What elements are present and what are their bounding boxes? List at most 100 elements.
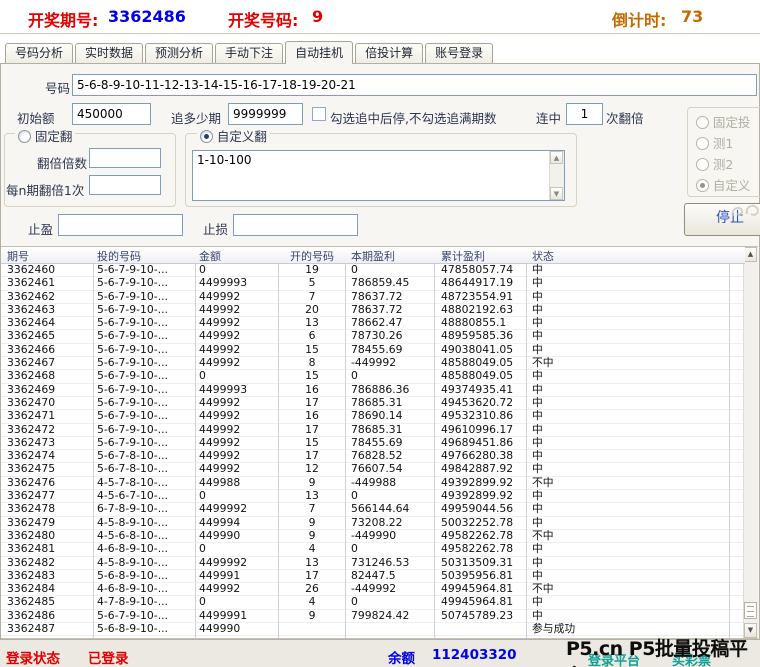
textarea-scrollbar[interactable]: ▲ ▼ xyxy=(549,151,564,200)
table-cell: 9 xyxy=(279,517,345,530)
stop-on-win-checkbox[interactable] xyxy=(312,107,326,121)
tab-1[interactable]: 号码分析 xyxy=(5,43,73,63)
column-header[interactable]: 累计盈利 xyxy=(441,248,525,264)
table-row[interactable]: 33624786-7-8-9-10-...44999927566144.6449… xyxy=(1,503,745,516)
column-header[interactable]: 状态 xyxy=(532,248,728,264)
tab-4[interactable]: 手动下注 xyxy=(215,43,283,63)
table-cell: 5-6-8-9-10-... xyxy=(97,623,193,636)
table-cell: 449992 xyxy=(199,357,277,370)
table-cell: 中 xyxy=(532,330,728,343)
table-cell: 3362473 xyxy=(7,437,91,450)
multiplier-input[interactable] xyxy=(89,148,161,168)
table-cell: 0 xyxy=(199,490,277,503)
tab-6[interactable]: 倍投计算 xyxy=(355,43,423,63)
table-cell: 3362476 xyxy=(7,477,91,490)
multiply-sequence-textarea[interactable]: 1-10-100 ▲ ▼ xyxy=(192,150,565,201)
table-cell: 0 xyxy=(351,543,433,556)
table-row[interactable]: 33624615-6-7-9-10-...44999935786859.4548… xyxy=(1,277,745,290)
loss-stop-input[interactable] xyxy=(233,214,358,236)
column-header[interactable]: 投的号码 xyxy=(97,248,193,264)
table-cell: 4 xyxy=(279,543,345,556)
profit-stop-input[interactable] xyxy=(58,214,183,236)
table-cell: 13 xyxy=(279,317,345,330)
table-row[interactable]: 33624755-6-7-8-10-...4499921276607.54498… xyxy=(1,463,745,476)
chase-periods-label: 追多少期 xyxy=(171,108,221,127)
table-row[interactable]: 33624635-6-7-9-10-...4499922078637.72488… xyxy=(1,304,745,317)
table-row[interactable]: 33624764-5-7-8-10-...4499889-44998849392… xyxy=(1,477,745,490)
table-row[interactable]: 33624844-6-8-9-10-...44999226-4499924994… xyxy=(1,583,745,596)
every-n-input[interactable] xyxy=(89,175,161,195)
table-row[interactable]: 33624835-6-8-9-10-...4499911782447.55039… xyxy=(1,570,745,583)
table-row[interactable]: 33624854-7-8-9-10-...04049945964.81中 xyxy=(1,596,745,609)
table-row[interactable]: 33624675-6-7-9-10-...4499928-44999248588… xyxy=(1,357,745,370)
table-row[interactable]: 33624745-6-7-8-10-...4499921776828.52497… xyxy=(1,450,745,463)
scroll-down-icon[interactable]: ▼ xyxy=(550,187,563,200)
table-row[interactable]: 33624814-6-8-9-10-...04049582262.78中 xyxy=(1,543,745,556)
table-row[interactable]: 33624774-5-6-7-10-...013049392899.92中 xyxy=(1,490,745,503)
mode-option-2[interactable]: 测1 xyxy=(696,133,750,154)
table-row[interactable]: 33624725-6-7-9-10-...4499921778685.31496… xyxy=(1,424,745,437)
custom-multiply-radio[interactable] xyxy=(200,130,213,143)
mode-radio[interactable] xyxy=(696,179,709,192)
table-row[interactable]: 33624605-6-7-9-10-...019047858057.74中 xyxy=(1,264,745,277)
table-cell: 49392899.92 xyxy=(441,477,525,490)
tab-3[interactable]: 预测分析 xyxy=(145,43,213,63)
table-cell: 49582262.78 xyxy=(441,530,525,543)
mode-radio[interactable] xyxy=(696,137,709,150)
scroll-up-icon[interactable]: ▲ xyxy=(744,247,757,262)
column-header[interactable]: 金额 xyxy=(199,248,277,264)
mode-radio[interactable] xyxy=(696,116,709,129)
table-row[interactable]: 33624665-6-7-9-10-...4499921578455.69490… xyxy=(1,344,745,357)
table-row[interactable]: 33624625-6-7-9-10-...449992778637.724872… xyxy=(1,291,745,304)
scrollbar-thumb[interactable] xyxy=(744,602,757,619)
balance-label: 余额 xyxy=(388,647,415,667)
table-row[interactable]: 33624715-6-7-9-10-...4499921678690.14495… xyxy=(1,410,745,423)
results-table: 期号投的号码金额开的号码本期盈利累计盈利状态 33624605-6-7-9-10… xyxy=(1,246,758,639)
issue-label: 开奖期号: xyxy=(28,7,98,31)
column-divider xyxy=(278,247,279,638)
stop-button[interactable]: 停止 xyxy=(684,203,760,236)
table-cell: 0 xyxy=(199,543,277,556)
table-row[interactable]: 33624655-6-7-9-10-...449992678730.264895… xyxy=(1,330,745,343)
table-row[interactable]: 33624824-5-8-9-10-...449999213731246.535… xyxy=(1,557,745,570)
table-cell: 4499992 xyxy=(199,503,277,516)
table-row[interactable]: 33624865-6-7-9-10-...44999919799824.4250… xyxy=(1,610,745,623)
table-row[interactable]: 33624645-6-7-9-10-...4499921378662.47488… xyxy=(1,317,745,330)
column-header[interactable]: 本期盈利 xyxy=(351,248,433,264)
custom-multiply-radio-row[interactable]: 自定义翻 xyxy=(197,126,270,145)
table-row[interactable]: 33624804-5-6-8-10-...4499909-44999049582… xyxy=(1,530,745,543)
table-cell: 中 xyxy=(532,277,728,290)
mode-option-4[interactable]: 自定义 xyxy=(696,175,750,196)
table-cell: 48802192.63 xyxy=(441,304,525,317)
chase-periods-input[interactable]: 9999999 xyxy=(228,103,303,125)
watermark-overlay: P5.cn P5批量投稿平台 xyxy=(566,634,760,667)
table-cell: 78637.72 xyxy=(351,291,433,304)
table-row[interactable]: 33624695-6-7-9-10-...449999316786886.364… xyxy=(1,384,745,397)
tab-2[interactable]: 实时数据 xyxy=(75,43,143,63)
table-row[interactable]: 33624685-6-7-9-10-...015048588049.05中 xyxy=(1,370,745,383)
table-cell: 16 xyxy=(279,384,345,397)
mode-option-1[interactable]: 固定投 xyxy=(696,112,750,133)
column-header[interactable]: 开的号码 xyxy=(279,248,345,264)
fixed-multiply-radio[interactable] xyxy=(18,130,31,143)
table-cell: 9 xyxy=(279,530,345,543)
tab-7[interactable]: 账号登录 xyxy=(425,43,493,63)
streak-input[interactable]: 1 xyxy=(566,103,603,125)
table-scrollbar[interactable]: ▲ ▼ xyxy=(743,247,758,638)
table-cell: 中 xyxy=(532,304,728,317)
column-header[interactable]: 期号 xyxy=(7,248,91,264)
mode-radio[interactable] xyxy=(696,158,709,171)
streak-value: 1 xyxy=(581,107,589,121)
numbers-input[interactable]: 5-6-8-9-10-11-12-13-14-15-16-17-18-19-20… xyxy=(72,74,757,96)
table-cell: 4-6-8-9-10-... xyxy=(97,583,193,596)
scroll-up-icon[interactable]: ▲ xyxy=(550,151,563,164)
table-cell: 449992 xyxy=(199,291,277,304)
tab-5[interactable]: 自动挂机 xyxy=(285,41,353,64)
table-row[interactable]: 33624735-6-7-9-10-...4499921578455.69496… xyxy=(1,437,745,450)
fixed-multiply-radio-row[interactable]: 固定翻 xyxy=(15,126,75,145)
table-row[interactable]: 33624794-5-8-9-10-...449994973208.225003… xyxy=(1,517,745,530)
mode-option-3[interactable]: 测2 xyxy=(696,154,750,175)
initial-amount-input[interactable]: 450000 xyxy=(72,103,151,125)
table-row[interactable]: 33624705-6-7-9-10-...4499921778685.31494… xyxy=(1,397,745,410)
table-cell: 中 xyxy=(532,437,728,450)
